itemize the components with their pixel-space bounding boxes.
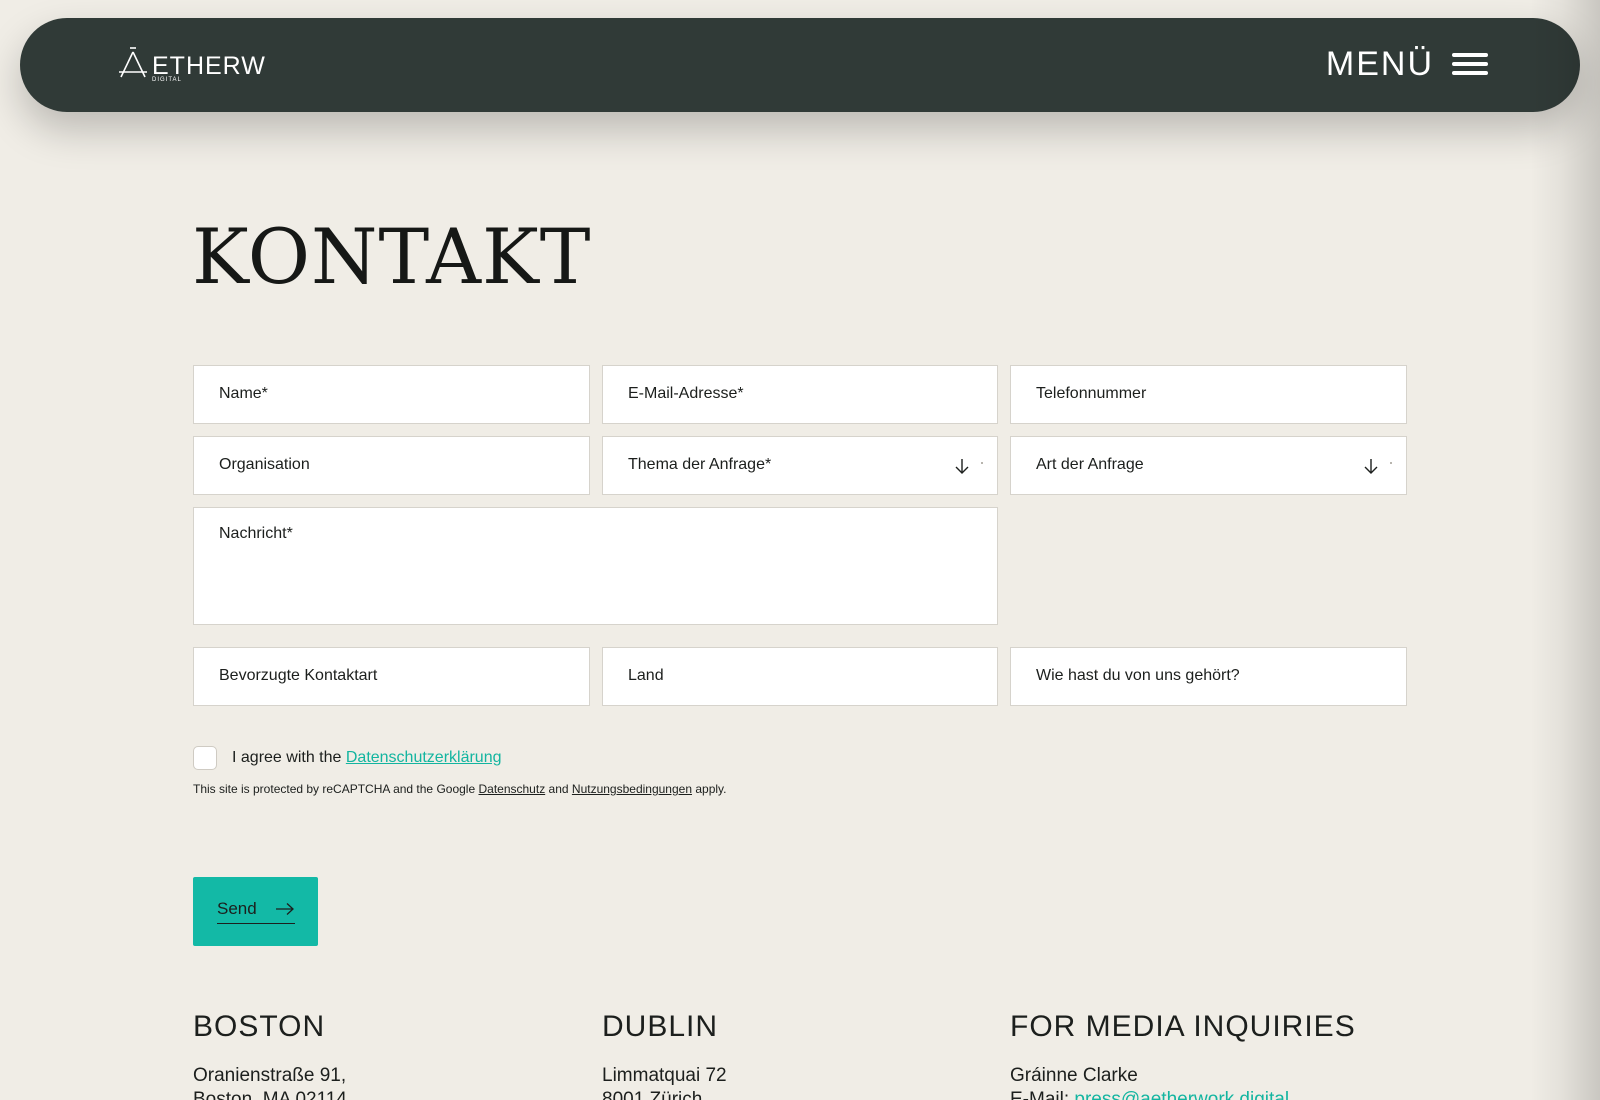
google-terms-link[interactable]: Nutzungsbedingungen [572, 782, 692, 796]
recaptcha-prefix: This site is protected by reCAPTCHA and … [193, 782, 476, 796]
recaptcha-suffix: apply. [695, 782, 727, 796]
office-address-line: Limmatquai 72 [602, 1065, 727, 1086]
logo[interactable]: ETHERW DIGITAL [116, 46, 286, 86]
privacy-policy-link[interactable]: Datenschutzerklärung [346, 749, 502, 766]
media-email-link[interactable]: press@aetherwork.digital [1074, 1089, 1289, 1100]
google-privacy-link[interactable]: Datenschutz [478, 782, 545, 796]
arrow-right-icon [275, 903, 294, 915]
message-textarea[interactable]: Nachricht* [193, 507, 998, 625]
send-button-content: Send [217, 899, 295, 924]
topic-select-placeholder: Thema der Anfrage* [628, 456, 772, 473]
office-dublin: DUBLIN Limmatquai 72 8001 Zürich [602, 1010, 727, 1100]
phone-field[interactable]: Telefonnummer [1010, 365, 1407, 424]
country-field-placeholder: Land [628, 667, 664, 684]
request-type-select[interactable]: Art der Anfrage [1010, 436, 1407, 495]
consent-checkbox[interactable] [193, 746, 217, 770]
send-button[interactable]: Send [193, 877, 318, 946]
media-contact-email-line: E-Mail: press@aetherwork.digital [1010, 1089, 1356, 1100]
office-boston: BOSTON Oranienstraße 91, Boston, MA 0211… [193, 1010, 347, 1100]
referral-field[interactable]: Wie hast du von uns gehört? [1010, 647, 1407, 706]
recaptcha-notice: This site is protected by reCAPTCHA and … [193, 782, 727, 796]
phone-field-placeholder: Telefonnummer [1036, 385, 1147, 402]
consent-label: I agree with the [232, 749, 342, 766]
select-indicator [1390, 462, 1392, 464]
organisation-field[interactable]: Organisation [193, 436, 590, 495]
media-contact-name: Gráinne Clarke [1010, 1065, 1138, 1086]
select-indicator [981, 462, 983, 464]
topic-select[interactable]: Thema der Anfrage* [602, 436, 998, 495]
office-address-line: Oranienstraße 91, [193, 1065, 347, 1086]
contact-method-field[interactable]: Bevorzugte Kontaktart [193, 647, 590, 706]
recaptcha-and: and [548, 782, 569, 796]
office-address-line: Boston, MA 02114 [193, 1089, 347, 1100]
email-field[interactable]: E-Mail-Adresse* [602, 365, 998, 424]
name-field-placeholder: Name* [219, 385, 268, 402]
email-field-placeholder: E-Mail-Adresse* [628, 385, 744, 402]
referral-field-placeholder: Wie hast du von uns gehört? [1036, 667, 1240, 684]
page-title: KONTAKT [192, 212, 592, 301]
arrow-down-icon [1364, 459, 1378, 474]
contact-method-field-placeholder: Bevorzugte Kontaktart [219, 667, 378, 684]
office-heading: DUBLIN [602, 1010, 719, 1043]
logo-subline: DIGITAL [152, 77, 182, 83]
media-inquiries: FOR MEDIA INQUIRIES Gráinne Clarke E-Mai… [1010, 1010, 1356, 1100]
send-label: Send [217, 899, 257, 918]
country-field[interactable]: Land [602, 647, 998, 706]
consent-row: I agree with the Datenschutzerklärung [193, 746, 502, 770]
message-textarea-placeholder: Nachricht* [219, 525, 293, 542]
office-address-line: 8001 Zürich [602, 1089, 703, 1100]
hamburger-icon [1452, 51, 1488, 77]
office-heading: BOSTON [193, 1010, 326, 1043]
name-field[interactable]: Name* [193, 365, 590, 424]
arrow-down-icon [955, 459, 969, 474]
page-edge-shadow [1530, 0, 1600, 1100]
office-heading: FOR MEDIA INQUIRIES [1010, 1010, 1356, 1043]
logo-a-icon [119, 47, 147, 78]
email-label: E-Mail: [1010, 1089, 1070, 1100]
menu-label: MENÜ [1325, 44, 1434, 83]
consent-text: I agree with the Datenschutzerklärung [232, 749, 502, 767]
site-header: ETHERW DIGITAL MENÜ [20, 18, 1580, 112]
request-type-select-placeholder: Art der Anfrage [1036, 456, 1144, 473]
organisation-field-placeholder: Organisation [219, 456, 310, 473]
contact-page: ETHERW DIGITAL MENÜ KONTAKT Name* E-Mail… [0, 0, 1600, 1100]
menu-button[interactable]: MENÜ [1326, 44, 1488, 84]
